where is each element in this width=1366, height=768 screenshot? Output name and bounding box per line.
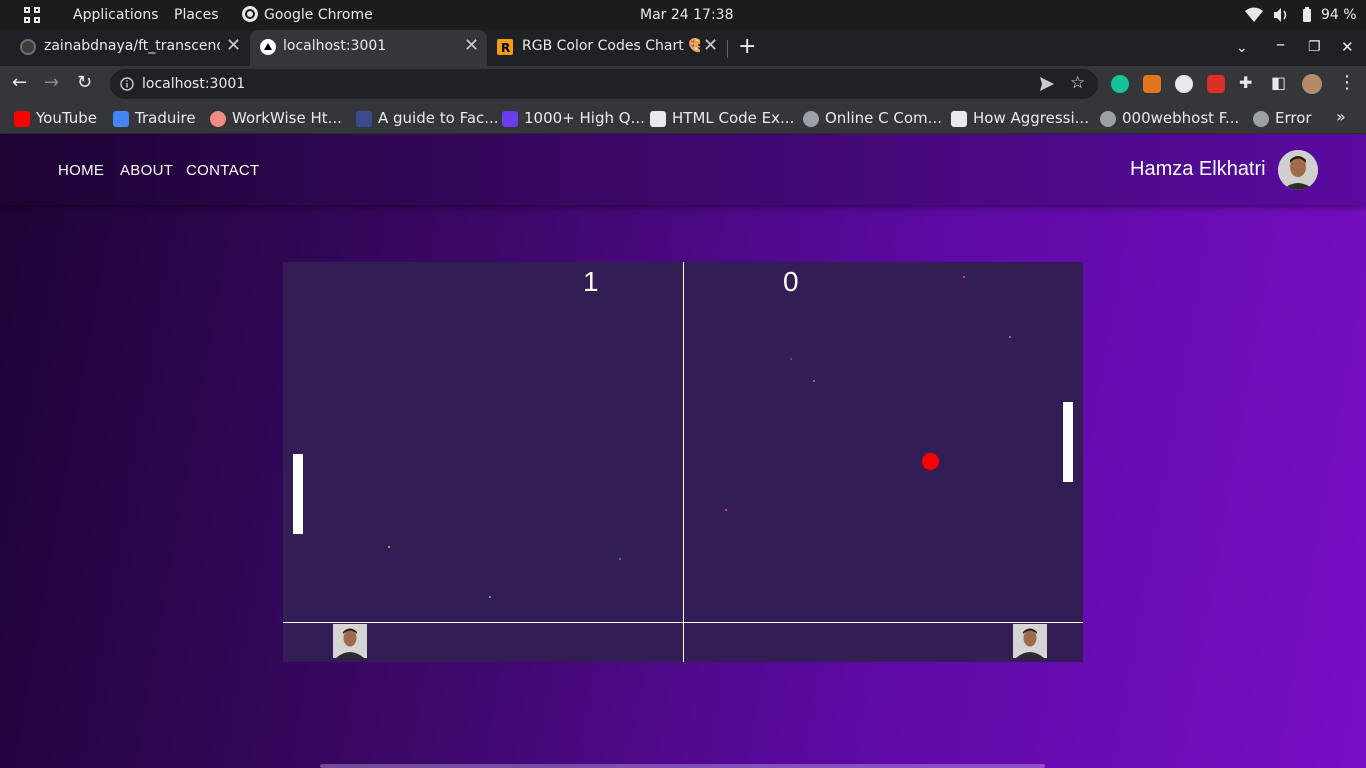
close-tab-icon[interactable]: ✕: [464, 37, 479, 55]
globe-icon: [1100, 111, 1116, 127]
applications-menu[interactable]: Applications: [73, 7, 159, 23]
google-translate-icon: [113, 111, 129, 127]
close-tab-icon[interactable]: ✕: [703, 37, 718, 55]
close-tab-icon[interactable]: ✕: [226, 37, 241, 55]
tab-separator: [727, 40, 728, 58]
restore-icon[interactable]: ❐: [1308, 38, 1321, 56]
user-avatar[interactable]: [1278, 150, 1318, 190]
minimize-icon[interactable]: –: [1276, 36, 1285, 54]
username: Hamza Elkhatri: [1130, 158, 1266, 180]
kotlin-icon: [502, 111, 518, 127]
nav-contact-link[interactable]: CONTACT: [186, 162, 259, 179]
reload-icon[interactable]: ↻: [77, 74, 92, 92]
new-tab-icon[interactable]: +: [738, 36, 756, 58]
right-player-avatar: [1013, 624, 1047, 658]
particle: [790, 358, 792, 360]
bookmark-label: 000webhost F...: [1122, 109, 1240, 127]
particle: [813, 380, 815, 382]
html-code-icon: [650, 111, 666, 127]
particle: [489, 596, 491, 598]
tab-title: zainabdnaya/ft_transcendence: [44, 38, 220, 54]
more-menu-icon[interactable]: ⋮: [1338, 74, 1356, 92]
back-icon[interactable]: ←: [12, 74, 27, 92]
browser-toolbar: ← → ↻ localhost:3001 ☆ ✚ ◧ ⋮: [0, 66, 1366, 102]
tab-strip: zainabdnaya/ft_transcendence ✕ localhost…: [0, 30, 1366, 66]
player-info-divider: [283, 622, 1083, 623]
extension-c-icon[interactable]: [1207, 75, 1225, 93]
ball: [922, 453, 939, 470]
bookmark-label: YouTube: [36, 109, 97, 127]
particle: [619, 558, 621, 560]
left-paddle: [293, 454, 303, 534]
workwise-icon: [210, 111, 226, 127]
score-right: 0: [783, 266, 799, 297]
pong-game-canvas[interactable]: 1 0: [283, 262, 1083, 662]
places-menu[interactable]: Places: [174, 7, 219, 23]
site-navbar: HOME ABOUT CONTACT Hamza Elkhatri: [0, 134, 1366, 205]
battery-icon[interactable]: [1302, 6, 1312, 24]
right-paddle: [1063, 402, 1073, 482]
bookmark-label: Traduire: [135, 109, 196, 127]
bookmark-label: 1000+ High Q...: [524, 109, 645, 127]
grammarly-icon[interactable]: [1111, 75, 1129, 93]
particle: [725, 509, 727, 511]
bookmarks-bar: YouTube Traduire WorkWise Ht... A guide …: [0, 102, 1366, 134]
battery-level: 94 %: [1321, 7, 1357, 23]
bookmark-label: How Aggressi...: [973, 109, 1089, 127]
system-top-bar: Applications Places Google Chrome Mar 24…: [0, 0, 1366, 30]
wifi-icon[interactable]: [1245, 6, 1263, 24]
send-icon[interactable]: [1040, 77, 1054, 91]
profile-avatar-icon[interactable]: [1302, 74, 1322, 94]
active-app-menu[interactable]: Google Chrome: [264, 7, 373, 23]
tab-title: RGB Color Codes Chart 🎨: [522, 38, 700, 54]
forward-icon[interactable]: →: [44, 74, 59, 92]
left-player-avatar: [333, 624, 367, 658]
extensions-puzzle-icon[interactable]: ✚: [1239, 74, 1252, 92]
compiler-icon: [803, 111, 819, 127]
rapidtables-icon: R: [497, 39, 513, 55]
globe-icon: [1253, 111, 1269, 127]
nav-about-link[interactable]: ABOUT: [120, 162, 173, 179]
address-bar[interactable]: localhost:3001 ☆: [110, 69, 1098, 99]
metamask-icon[interactable]: [1143, 75, 1161, 93]
sa-icon: [951, 111, 967, 127]
tab-rgb-chart[interactable]: R RGB Color Codes Chart 🎨 ✕: [487, 30, 725, 66]
clock[interactable]: Mar 24 17:38: [640, 7, 733, 23]
chrome-icon: [242, 6, 258, 22]
tab-github[interactable]: zainabdnaya/ft_transcendence ✕: [0, 30, 250, 66]
bookmark-label: HTML Code Ex...: [672, 109, 795, 127]
bookmark-star-icon[interactable]: ☆: [1070, 74, 1085, 92]
score-left: 1: [583, 266, 599, 297]
tab-search-chevron-icon[interactable]: ⌄: [1236, 39, 1248, 57]
side-panel-icon[interactable]: ◧: [1271, 74, 1286, 92]
tds-icon: [356, 111, 372, 127]
bookmark-label: Error: [1275, 109, 1312, 127]
tab-localhost[interactable]: localhost:3001 ✕: [250, 30, 487, 66]
volume-icon[interactable]: [1273, 6, 1289, 24]
tab-title: localhost:3001: [283, 38, 387, 54]
nextjs-icon: [260, 39, 276, 55]
particle: [388, 546, 390, 548]
youtube-icon: [14, 111, 30, 127]
github-icon: [20, 39, 36, 55]
svg-text:R: R: [501, 41, 510, 55]
more-bookmarks-icon[interactable]: »: [1336, 108, 1346, 126]
bookmark-label: Online C Com...: [825, 109, 942, 127]
extension-icon[interactable]: [1175, 75, 1193, 93]
particle: [1009, 336, 1011, 338]
particle: [963, 276, 965, 278]
close-window-icon[interactable]: ✕: [1341, 38, 1354, 56]
bookmark-label: A guide to Fac...: [378, 109, 499, 127]
nav-home-link[interactable]: HOME: [58, 162, 104, 179]
content-scroll-edge: [320, 764, 1045, 768]
apps-grid-icon[interactable]: [24, 7, 41, 24]
site-info-icon[interactable]: [120, 77, 134, 91]
center-net: [683, 262, 684, 662]
page-content: HOME ABOUT CONTACT Hamza Elkhatri 1 0: [0, 134, 1366, 768]
url-text: localhost:3001: [142, 76, 246, 92]
bookmark-label: WorkWise Ht...: [232, 109, 342, 127]
